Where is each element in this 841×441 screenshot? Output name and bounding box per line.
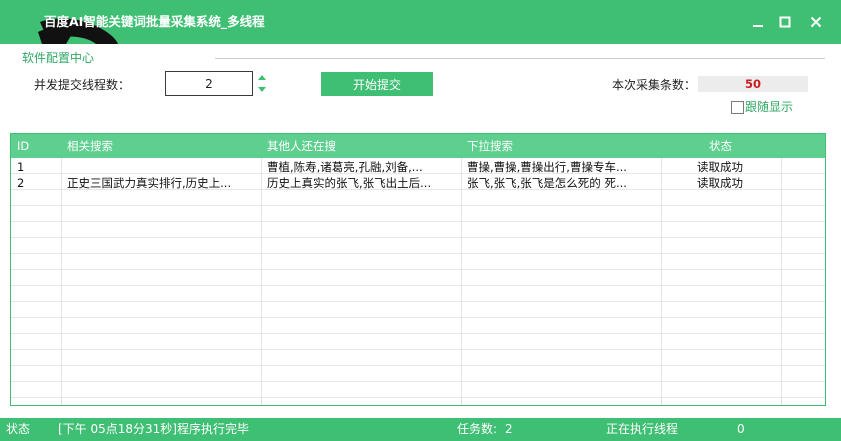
- status-label: 状态: [6, 422, 31, 436]
- column-header-status[interactable]: 状态: [709, 134, 732, 158]
- table-row: [11, 382, 825, 398]
- table-row: [11, 318, 825, 334]
- column-divider: [461, 158, 462, 405]
- start-submit-button[interactable]: 开始提交: [321, 72, 433, 96]
- status-message: [下午 05点18分31秒]程序执行完毕: [58, 422, 249, 436]
- cell-others: 曹植,陈寿,诸葛亮,孔融,刘备,...: [267, 160, 423, 174]
- cell-status: 读取成功: [697, 160, 743, 174]
- running-threads-label: 正在执行线程: [606, 422, 679, 436]
- collect-count-label: 本次采集条数：: [612, 78, 697, 92]
- cell-related: 正史三国武力真实排行,历史上...: [67, 176, 232, 190]
- column-header-id[interactable]: ID: [17, 134, 29, 158]
- section-divider: [215, 58, 825, 59]
- maximize-button[interactable]: [774, 12, 796, 32]
- cell-dropdown: 曹操,曹操,曹操出行,曹操专车...: [467, 160, 627, 174]
- table-row: [11, 302, 825, 318]
- task-count-value: 2: [505, 422, 513, 436]
- cell-id: 2: [17, 176, 25, 190]
- cell-dropdown: 张飞,张飞,张飞是怎么死的 死...: [467, 176, 627, 190]
- minimize-icon: [753, 25, 763, 27]
- follow-display-label[interactable]: 跟随显示: [745, 100, 793, 115]
- table-row: [11, 222, 825, 238]
- table-row: [11, 286, 825, 302]
- triangle-up-icon: [258, 75, 266, 80]
- window-title: 百度AI智能关键词批量采集系统_多线程: [44, 14, 265, 29]
- stepper-up-button[interactable]: [255, 71, 269, 83]
- column-divider: [61, 158, 62, 405]
- cell-status: 读取成功: [697, 176, 743, 190]
- minimize-button[interactable]: [747, 12, 769, 32]
- table-header: ID 相关搜索 其他人还在搜 下拉搜索 状态: [11, 134, 825, 158]
- cell-others: 历史上真实的张飞,张飞出土后...: [267, 176, 432, 190]
- cell-related: [67, 159, 257, 175]
- triangle-down-icon: [258, 87, 266, 92]
- collect-count-value: 50: [698, 76, 808, 92]
- config-section-label: 软件配置中心: [22, 51, 95, 65]
- table-row: [11, 206, 825, 222]
- running-threads-value: 0: [737, 422, 745, 436]
- task-count-label: 任务数:: [457, 422, 498, 436]
- table-row: [11, 238, 825, 254]
- status-bar: 状态 [下午 05点18分31秒]程序执行完毕 任务数: 2 正在执行线程 0: [0, 418, 841, 441]
- follow-display-checkbox[interactable]: [731, 101, 744, 114]
- column-header-related[interactable]: 相关搜索: [67, 134, 113, 158]
- column-divider: [261, 158, 262, 405]
- table-row: [11, 254, 825, 270]
- close-button[interactable]: [805, 12, 827, 32]
- table-row: [11, 190, 825, 206]
- column-header-dropdown[interactable]: 下拉搜索: [467, 134, 513, 158]
- title-bar: 百度AI智能关键词批量采集系统_多线程: [0, 0, 841, 44]
- results-table[interactable]: ID 相关搜索 其他人还在搜 下拉搜索 状态 1 曹植,陈寿,诸葛亮,孔融,刘备…: [10, 133, 826, 406]
- table-row: [11, 334, 825, 350]
- cell-id: 1: [17, 160, 25, 174]
- table-row: [11, 270, 825, 286]
- maximize-icon: [779, 16, 791, 28]
- close-icon: [810, 16, 822, 28]
- column-divider: [781, 158, 782, 405]
- stepper-down-button[interactable]: [255, 84, 269, 96]
- thread-count-input[interactable]: [165, 71, 253, 96]
- column-divider: [661, 158, 662, 405]
- thread-count-stepper[interactable]: [255, 71, 269, 96]
- thread-count-label: 并发提交线程数：: [34, 78, 131, 92]
- table-row: [11, 350, 825, 366]
- table-row: [11, 366, 825, 382]
- column-header-others[interactable]: 其他人还在搜: [267, 134, 336, 158]
